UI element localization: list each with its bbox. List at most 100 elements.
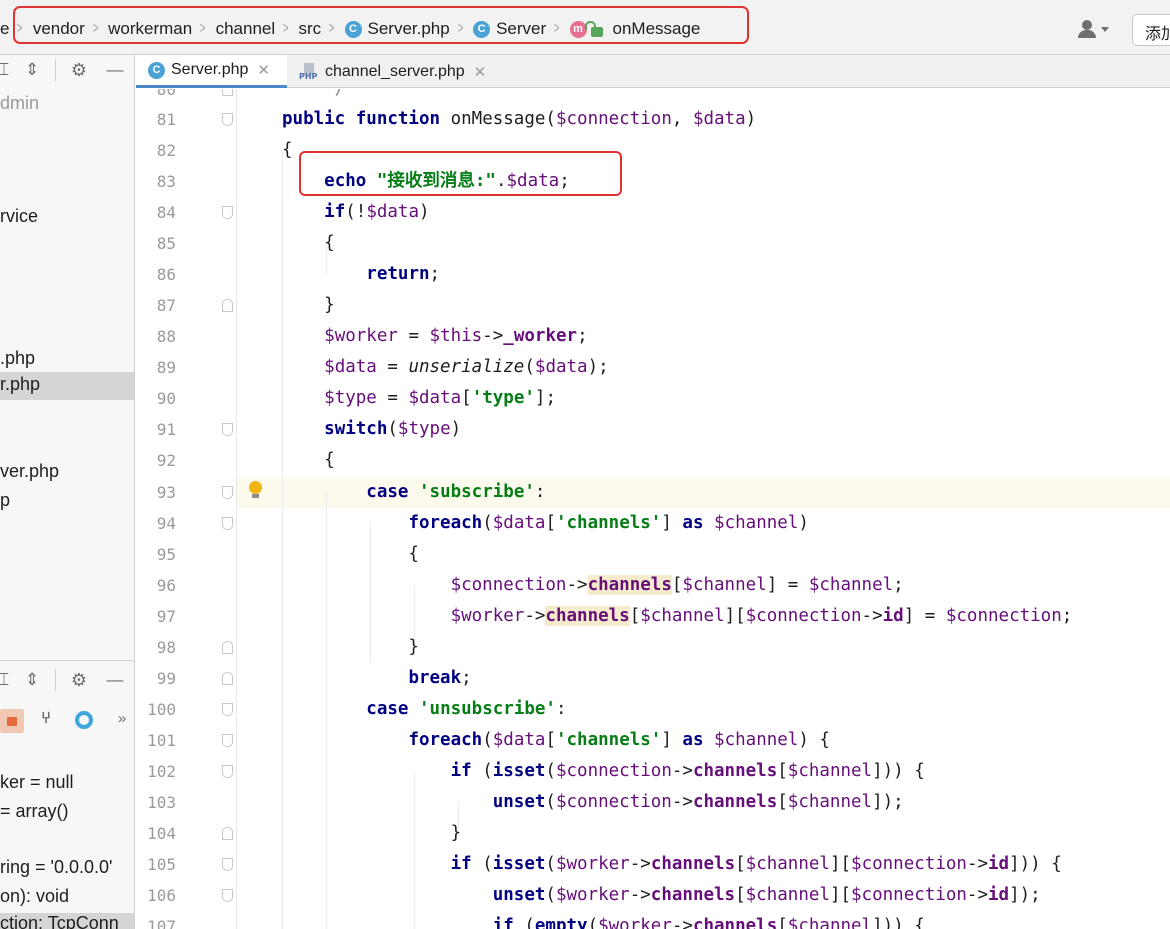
structure-item[interactable]: ring = '0.0.0.0' (0, 857, 134, 883)
gear-icon[interactable]: ⚙ (69, 670, 89, 690)
code-line: $worker = $this->_worker; (324, 326, 588, 346)
fold-marker[interactable] (222, 827, 233, 840)
line-number: 92 (156, 451, 176, 470)
line-number: 88 (156, 327, 176, 346)
minimize-icon[interactable]: — (105, 60, 125, 80)
fold-marker[interactable] (222, 703, 233, 716)
structure-filter-bar: ⑂ » (0, 705, 134, 735)
structure-toolbar: ⌶ ⇕ ⚙ — (0, 665, 134, 695)
structure-item[interactable]: = array() (0, 801, 134, 827)
line-number: 96 (156, 576, 176, 595)
structure-item[interactable]: ker = null (0, 772, 134, 798)
tab-label: channel_server.php (325, 62, 465, 80)
structure-item[interactable]: on): void (0, 886, 134, 912)
line-number: 98 (156, 638, 176, 657)
add-configuration-button[interactable]: 添加 (1132, 14, 1170, 46)
tree-item[interactable]: p (0, 488, 134, 514)
code-editor[interactable]: 80 81 82 83 84 85 86 87 88 89 90 91 92 9… (136, 89, 1170, 929)
line-number: 86 (156, 265, 176, 284)
code-line: { (282, 544, 419, 564)
code-line: $connection->channels[$channel] = $chann… (450, 575, 904, 595)
minimize-icon[interactable]: — (105, 670, 125, 690)
code-line: if (isset($worker->channels[$channel][$c… (450, 854, 1062, 874)
more-icon[interactable]: » (112, 710, 132, 730)
code-line: { (282, 233, 335, 253)
tree-item[interactable]: rvice (0, 204, 134, 230)
lightbulb-icon[interactable] (249, 481, 262, 500)
close-icon[interactable]: ✕ (474, 63, 487, 81)
code-string: 'unsubscribe' (419, 699, 556, 719)
fold-marker[interactable] (222, 113, 233, 126)
code-line: if (isset($connection->channels[$channel… (450, 761, 925, 781)
code-line: { (282, 450, 335, 470)
line-number: 104 (147, 824, 176, 843)
fold-marker[interactable] (222, 734, 233, 747)
close-icon[interactable]: ✕ (257, 61, 270, 79)
line-number: 91 (156, 420, 176, 439)
line-number: 106 (147, 886, 176, 905)
hierarchy-icon[interactable]: ⑂ (36, 710, 56, 730)
code-line: { (282, 140, 293, 160)
fold-marker[interactable] (222, 517, 233, 530)
line-number: 81 (156, 110, 176, 129)
line-number: 87 (156, 296, 176, 315)
fold-marker[interactable] (222, 423, 233, 436)
line-number: 84 (156, 203, 176, 222)
code-line: case 'unsubscribe': (366, 699, 567, 719)
tree-item[interactable]: ver.php (0, 459, 134, 485)
account-menu[interactable] (1072, 15, 1114, 43)
gear-icon[interactable]: ⚙ (69, 60, 89, 80)
collapse-all-icon[interactable]: ⇕ (22, 670, 42, 690)
code-line: $data = unserialize($data); (324, 357, 609, 377)
code-line: foreach($data['channels'] as $channel) { (408, 730, 830, 750)
code-line: case 'subscribe': (366, 482, 546, 502)
line-number: 94 (156, 514, 176, 533)
circle-filter-icon[interactable] (75, 711, 93, 729)
code-line: break; (408, 668, 472, 688)
code-line: return; (366, 264, 441, 284)
code-string: 'subscribe' (419, 482, 535, 502)
toolbar-divider (55, 669, 56, 691)
code-line: */ (282, 89, 345, 105)
lock-filter-icon[interactable] (0, 709, 24, 733)
fold-marker[interactable] (222, 765, 233, 778)
fold-marker[interactable] (222, 641, 233, 654)
editor-tab-bar: C Server.php ✕ PHP channel_server.php ✕ (136, 55, 1170, 88)
code-line: } (282, 295, 335, 315)
tab-server-php[interactable]: C Server.php ✕ (136, 55, 287, 88)
fold-marker[interactable] (222, 206, 233, 219)
line-number: 105 (147, 855, 176, 874)
code-line: if(!$data) (324, 202, 430, 222)
fold-marker[interactable] (222, 299, 233, 312)
tree-item[interactable]: dmin (0, 91, 134, 117)
navigation-bar: e > vendor > workerman > channel > src > C Ser… (0, 0, 1170, 55)
code-line: } (282, 637, 419, 657)
line-number: 93 (156, 483, 176, 502)
fold-marker[interactable] (222, 486, 233, 499)
collapse-all-icon[interactable]: ⇕ (22, 60, 42, 80)
code-line: switch($type) (324, 419, 462, 439)
line-number: 82 (156, 141, 176, 160)
fold-marker[interactable] (222, 89, 233, 96)
line-number: 97 (156, 607, 176, 626)
tree-item-selected[interactable]: r.php (0, 372, 134, 400)
fold-marker[interactable] (222, 858, 233, 871)
tab-channel-server-php[interactable]: PHP channel_server.php ✕ (287, 55, 497, 88)
expand-icon[interactable]: ⌶ (0, 670, 14, 690)
structure-item-selected[interactable]: ction: TcpConn (0, 913, 134, 929)
php-file-icon: PHP (299, 62, 319, 81)
code-line: unset($connection->channels[$channel]); (492, 792, 904, 812)
code-line: } (282, 823, 462, 843)
code-line: public function onMessage($connection, $… (282, 109, 757, 129)
fold-marker[interactable] (222, 672, 233, 685)
fold-marker[interactable] (222, 889, 233, 902)
toolbar-divider (55, 59, 56, 81)
line-number: 102 (147, 762, 176, 781)
line-number: 89 (156, 358, 176, 377)
panel-divider (0, 660, 134, 661)
line-number: 103 (147, 793, 176, 812)
user-icon (1077, 20, 1097, 38)
line-number: 85 (156, 234, 176, 253)
expand-icon[interactable]: ⌶ (0, 60, 14, 80)
tree-item[interactable]: .php (0, 346, 134, 372)
